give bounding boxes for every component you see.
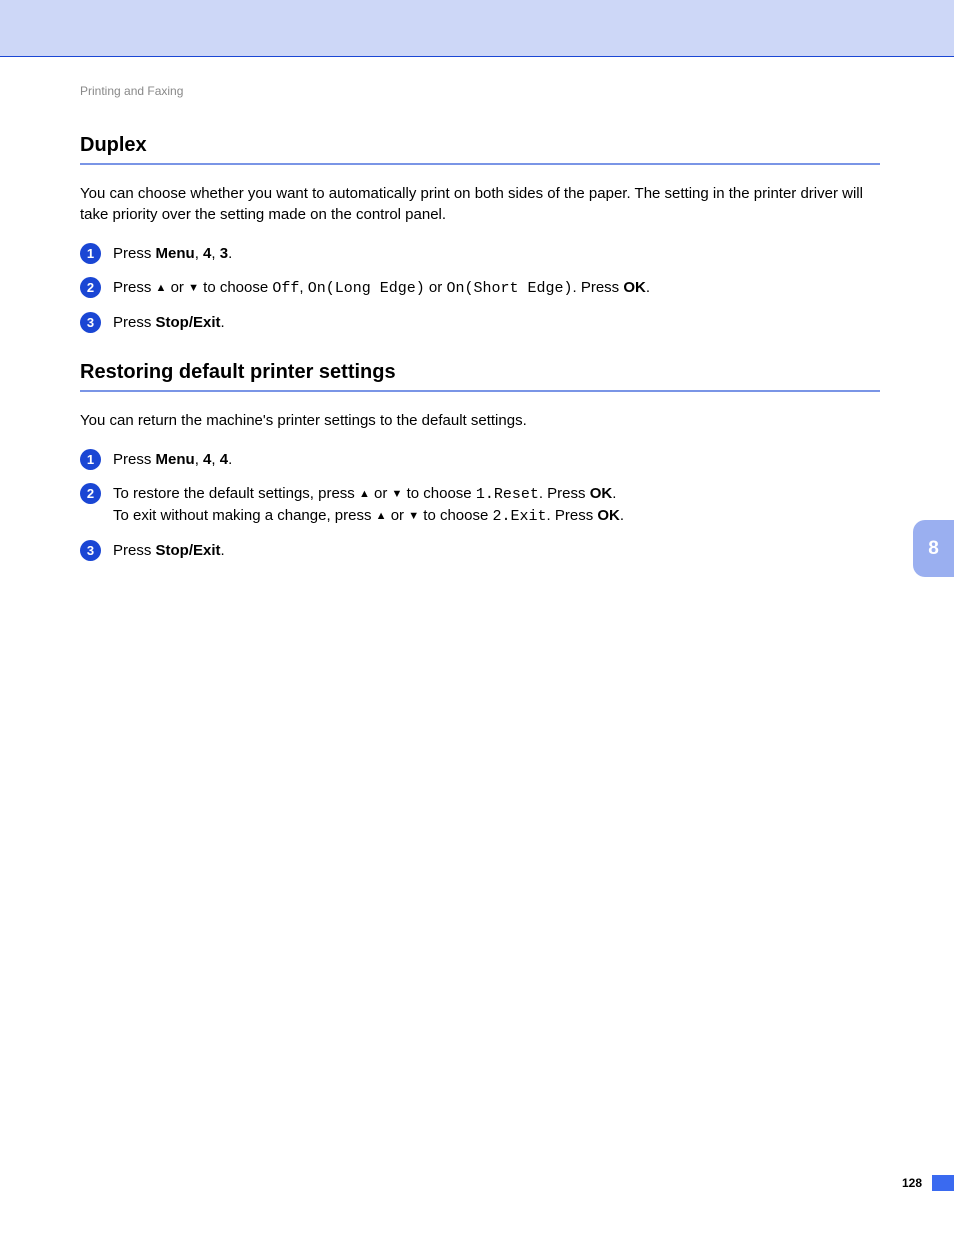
text: To exit without making a change, press xyxy=(113,507,376,524)
step-number-badge: 1 xyxy=(80,449,101,470)
step-number-badge: 2 xyxy=(80,483,101,504)
arrow-icon: ▲ xyxy=(359,487,370,502)
text: . xyxy=(221,542,225,559)
arrow-icon: ▼ xyxy=(392,487,403,502)
bold-text: OK xyxy=(597,507,620,524)
bold-text: Stop/Exit xyxy=(156,314,221,331)
step-line: To restore the default settings, press ▲… xyxy=(113,483,624,505)
text: . Press xyxy=(539,485,590,502)
arrow-icon: ▼ xyxy=(408,509,419,524)
text: . xyxy=(228,245,232,262)
text: . xyxy=(221,314,225,331)
text: Press xyxy=(113,279,156,296)
step-text: Press ▲ or ▼ to choose Off, On(Long Edge… xyxy=(113,277,650,299)
step: 2 Press ▲ or ▼ to choose Off, On(Long Edg… xyxy=(80,277,880,299)
bold-text: OK xyxy=(623,279,646,296)
step-number-badge: 3 xyxy=(80,540,101,561)
bold-text: Menu xyxy=(156,245,195,262)
text: Press xyxy=(113,245,156,262)
text: Press xyxy=(113,314,156,331)
step: 1 Press Menu, 4, 4. xyxy=(80,449,880,470)
step-text: To restore the default settings, press ▲… xyxy=(113,483,624,527)
code-text: Off xyxy=(272,280,299,297)
step: 1 Press Menu, 4, 3. xyxy=(80,243,880,264)
bold-text: 4 xyxy=(220,451,228,468)
text: . Press xyxy=(572,279,623,296)
step-list: 1 Press Menu, 4, 4. 2 To restore the defaul… xyxy=(80,449,880,561)
section-rule xyxy=(80,390,880,392)
arrow-icon: ▲ xyxy=(376,509,387,524)
text: , xyxy=(195,451,203,468)
page-number: 128 xyxy=(902,1176,922,1190)
step-number-badge: 1 xyxy=(80,243,101,264)
page-content: Printing and Faxing Duplex You can choose… xyxy=(80,84,880,589)
step-text: Press Menu, 4, 3. xyxy=(113,243,232,264)
step-number-badge: 2 xyxy=(80,277,101,298)
text: To restore the default settings, press xyxy=(113,485,359,502)
text: . Press xyxy=(547,507,598,524)
step: 2 To restore the default settings, press … xyxy=(80,483,880,527)
page-number-block: 128 xyxy=(902,1175,954,1191)
section-rule xyxy=(80,163,880,165)
step: 3 Press Stop/Exit. xyxy=(80,312,880,333)
bold-text: OK xyxy=(590,485,613,502)
step-number-badge: 3 xyxy=(80,312,101,333)
text: Press xyxy=(113,451,156,468)
code-text: 1.Reset xyxy=(476,486,539,503)
text: Press xyxy=(113,542,156,559)
text: or xyxy=(425,279,447,296)
text: . xyxy=(612,485,616,502)
text: , xyxy=(211,451,219,468)
code-text: On(Short Edge) xyxy=(446,280,572,297)
text: , xyxy=(299,279,307,296)
section-title: Restoring default printer settings xyxy=(80,361,880,384)
bold-text: Stop/Exit xyxy=(156,542,221,559)
text: . xyxy=(646,279,650,296)
text: . xyxy=(228,451,232,468)
section-title: Duplex xyxy=(80,134,880,157)
text: or xyxy=(387,507,409,524)
text: , xyxy=(195,245,203,262)
step-text: Press Stop/Exit. xyxy=(113,312,225,333)
section-intro: You can return the machine's printer set… xyxy=(80,410,880,431)
bold-text: 3 xyxy=(220,245,228,262)
bold-text: Menu xyxy=(156,451,195,468)
chapter-tab: 8 xyxy=(913,520,954,577)
step-text: Press Stop/Exit. xyxy=(113,540,225,561)
code-text: 2.Exit xyxy=(493,508,547,525)
text: . xyxy=(620,507,624,524)
text: to choose xyxy=(402,485,475,502)
text: or xyxy=(370,485,392,502)
step-list: 1 Press Menu, 4, 3. 2 Press ▲ or ▼ to choos… xyxy=(80,243,880,333)
step-text: Press Menu, 4, 4. xyxy=(113,449,232,470)
section-intro: You can choose whether you want to autom… xyxy=(80,183,880,225)
text: to choose xyxy=(419,507,492,524)
running-header: Printing and Faxing xyxy=(80,84,880,98)
code-text: On(Long Edge) xyxy=(308,280,425,297)
arrow-icon: ▲ xyxy=(156,281,167,296)
text: to choose xyxy=(199,279,272,296)
step: 3 Press Stop/Exit. xyxy=(80,540,880,561)
arrow-icon: ▼ xyxy=(188,281,199,296)
page-number-stripe xyxy=(932,1175,954,1191)
top-border xyxy=(0,56,954,57)
top-stripe xyxy=(0,0,954,56)
text: , xyxy=(211,245,219,262)
text: or xyxy=(166,279,188,296)
step-line: To exit without making a change, press ▲… xyxy=(113,505,624,527)
